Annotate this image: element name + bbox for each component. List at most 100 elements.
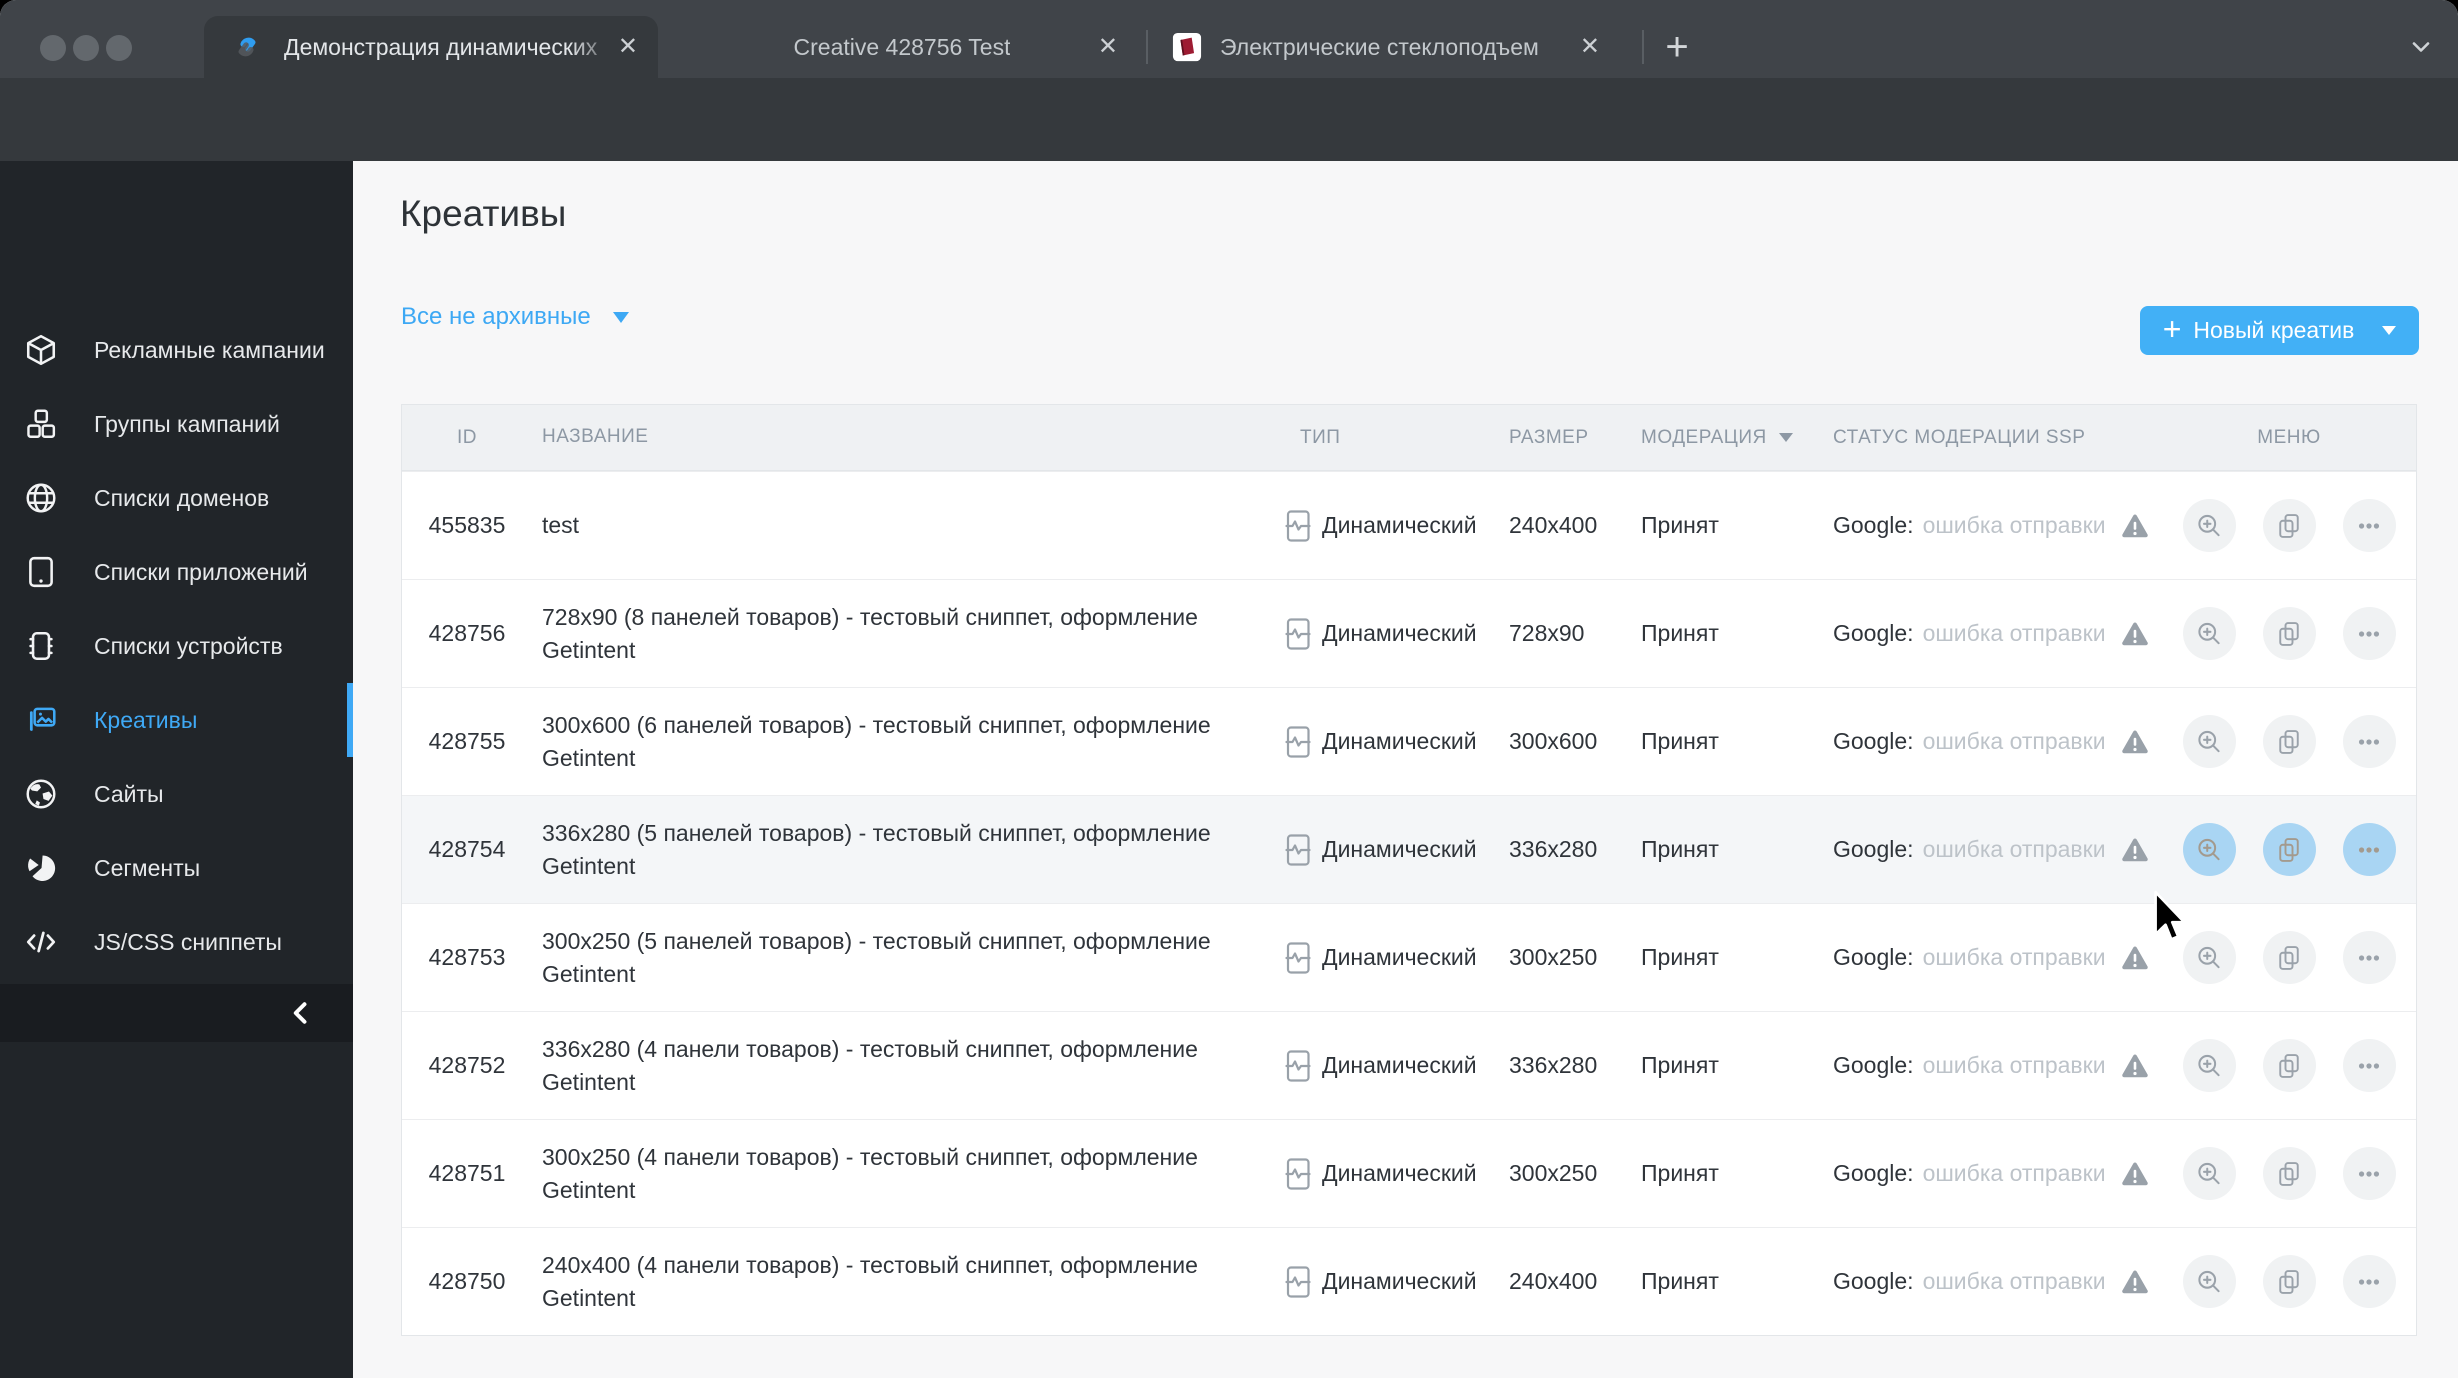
moderation-value: Принят <box>1641 1052 1719 1078</box>
more-button[interactable] <box>2342 1039 2396 1092</box>
creative-size: 336x280 <box>1509 1052 1598 1078</box>
tab-search-chevron-icon[interactable] <box>2406 22 2436 72</box>
warning-icon[interactable] <box>2120 1051 2150 1081</box>
warning-icon[interactable] <box>2120 1267 2150 1297</box>
preview-button[interactable] <box>2182 715 2236 768</box>
more-button[interactable] <box>2342 715 2396 768</box>
preview-button[interactable] <box>2182 823 2236 876</box>
dynamic-doc-icon <box>1284 1265 1312 1299</box>
copy-button[interactable] <box>2262 715 2316 768</box>
table-row[interactable]: 428755 300x600 (6 панелей товаров) - тес… <box>402 687 2416 795</box>
more-button[interactable] <box>2342 823 2396 876</box>
ssp-error: ошибка отправки <box>1922 1052 2106 1078</box>
ssp-status: Google: ошибка отправки <box>1818 1267 2162 1297</box>
copy-button[interactable] <box>2262 1147 2316 1200</box>
sidebar-item-creatives[interactable]: Креативы <box>0 683 353 757</box>
creative-name: 300x250 (5 панелей товаров) - тестовый с… <box>542 928 1211 987</box>
ellipsis-icon <box>2355 728 2383 756</box>
table-row[interactable]: 428751 300x250 (4 панели товаров) - тест… <box>402 1119 2416 1227</box>
table-row[interactable]: 428752 336x280 (4 панели товаров) - тест… <box>402 1011 2416 1119</box>
sidebar-item-campaign-groups[interactable]: Группы кампаний <box>0 387 353 461</box>
chevron-down-icon[interactable] <box>2382 326 2397 335</box>
window-controls[interactable] <box>40 35 132 61</box>
dynamic-doc-icon <box>1284 941 1312 975</box>
creative-name: 240x400 (4 панели товаров) - тестовый сн… <box>542 1252 1198 1311</box>
more-button[interactable] <box>2342 1255 2396 1308</box>
ellipsis-icon <box>2355 620 2383 648</box>
sidebar-item-app-lists[interactable]: Списки приложений <box>0 535 353 609</box>
ssp-status: Google: ошибка отправки <box>1818 1159 2162 1189</box>
tab-active[interactable]: Демонстрация динамических ✕ <box>204 16 658 78</box>
new-creative-button[interactable]: + Новый креатив <box>2140 306 2419 355</box>
creative-name: 300x250 (4 панели товаров) - тестовый сн… <box>542 1144 1198 1203</box>
sidebar-collapse-button[interactable] <box>0 984 353 1042</box>
preview-button[interactable] <box>2182 1147 2236 1200</box>
close-tab-icon[interactable]: ✕ <box>1098 35 1118 59</box>
warning-icon[interactable] <box>2120 619 2150 649</box>
ssp-status: Google: ошибка отправки <box>1818 619 2162 649</box>
preview-button[interactable] <box>2182 1039 2236 1092</box>
filter-label: Все не архивные <box>401 303 591 330</box>
maximize-window-button[interactable] <box>106 35 132 61</box>
sidebar-item-snippets[interactable]: JS/CSS сниппеты <box>0 905 353 979</box>
ssp-error: ошибка отправки <box>1922 728 2106 754</box>
sidebar-item-campaigns[interactable]: Рекламные кампании <box>0 313 353 387</box>
copy-icon <box>2275 836 2303 864</box>
archive-filter-dropdown[interactable]: Все не архивные <box>401 303 629 331</box>
sidebar-item-sites[interactable]: Сайты <box>0 757 353 831</box>
copy-button[interactable] <box>2262 1255 2316 1308</box>
moderation-value: Принят <box>1641 512 1719 538</box>
preview-button[interactable] <box>2182 607 2236 660</box>
ssp-status: Google: ошибка отправки <box>1818 943 2162 973</box>
ssp-error: ошибка отправки <box>1922 620 2106 646</box>
warning-icon[interactable] <box>2120 1159 2150 1189</box>
table-row[interactable]: 428750 240x400 (4 панели товаров) - тест… <box>402 1227 2416 1335</box>
copy-icon <box>2275 1052 2303 1080</box>
images-icon <box>24 703 58 737</box>
tab-inactive[interactable]: Электрические стеклоподъем ✕ <box>1148 16 1642 78</box>
getintent-favicon <box>232 32 262 62</box>
copy-button[interactable] <box>2262 1039 2316 1092</box>
table-row[interactable]: 428753 300x250 (5 панелей товаров) - тес… <box>402 903 2416 1011</box>
warning-icon[interactable] <box>2120 511 2150 541</box>
close-tab-icon[interactable]: ✕ <box>1580 35 1600 59</box>
ssp-error: ошибка отправки <box>1922 836 2106 862</box>
more-button[interactable] <box>2342 607 2396 660</box>
moderation-value: Принят <box>1641 1268 1719 1294</box>
table-row-hovered[interactable]: 428754 336x280 (5 панелей товаров) - тес… <box>402 795 2416 903</box>
creative-size: 240x400 <box>1509 1268 1598 1294</box>
preview-button[interactable] <box>2182 1255 2236 1308</box>
more-button[interactable] <box>2342 931 2396 984</box>
more-button[interactable] <box>2342 499 2396 552</box>
copy-button[interactable] <box>2262 931 2316 984</box>
header-moderation[interactable]: МОДЕРАЦИЯ <box>1622 427 1818 449</box>
sidebar-item-segments[interactable]: Сегменты <box>0 831 353 905</box>
ellipsis-icon <box>2355 512 2383 540</box>
table-row[interactable]: 428756 728x90 (8 панелей товаров) - тест… <box>402 579 2416 687</box>
sidebar-item-device-lists[interactable]: Списки устройств <box>0 609 353 683</box>
copy-button[interactable] <box>2262 499 2316 552</box>
close-tab-icon[interactable]: ✕ <box>618 35 638 59</box>
ssp-error: ошибка отправки <box>1922 512 2106 538</box>
close-window-button[interactable] <box>40 35 66 61</box>
copy-button[interactable] <box>2262 607 2316 660</box>
ssp-network: Google: <box>1833 1268 1914 1294</box>
ssp-network: Google: <box>1833 1052 1914 1078</box>
preview-button[interactable] <box>2182 499 2236 552</box>
more-button[interactable] <box>2342 1147 2396 1200</box>
sidebar-item-domain-lists[interactable]: Списки доменов <box>0 461 353 535</box>
warning-icon[interactable] <box>2120 727 2150 757</box>
minimize-window-button[interactable] <box>73 35 99 61</box>
table-row[interactable]: 455835 test Динамический 240x400 Принят … <box>402 471 2416 579</box>
new-tab-button[interactable] <box>1652 16 1702 78</box>
table-header: ID НАЗВАНИЕ ТИП РАЗМЕР МОДЕРАЦИЯ СТАТУС … <box>402 405 2416 471</box>
tab-inactive[interactable]: Creative 428756 Test ✕ <box>658 16 1146 78</box>
ellipsis-icon <box>2355 944 2383 972</box>
creative-size: 300x600 <box>1509 728 1598 754</box>
copy-button[interactable] <box>2262 823 2316 876</box>
warning-icon[interactable] <box>2120 835 2150 865</box>
moderation-value: Принят <box>1641 836 1719 862</box>
creative-type: Динамический <box>1322 728 1477 754</box>
creative-type: Динамический <box>1322 944 1477 970</box>
creative-id: 428756 <box>428 620 506 646</box>
